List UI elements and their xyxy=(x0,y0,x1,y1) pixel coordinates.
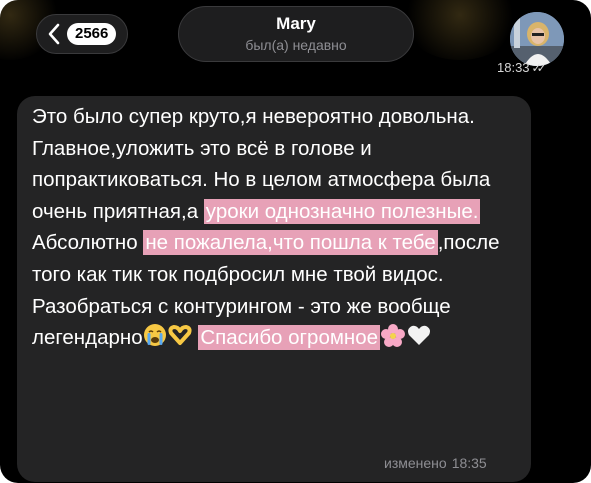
contact-name: Mary xyxy=(276,14,316,33)
message-segment: Абсолютно xyxy=(32,231,144,255)
edited-time: 18:35 xyxy=(451,455,487,471)
avatar-photo xyxy=(510,12,564,66)
cherry-blossom-emoji xyxy=(381,324,406,348)
back-button[interactable]: 2566 xyxy=(36,14,128,54)
heart-hands-emoji xyxy=(168,325,192,346)
avatar[interactable] xyxy=(510,12,564,66)
edited-label: изменено xyxy=(384,455,447,471)
background-glow xyxy=(400,0,520,60)
white-heart-emoji xyxy=(408,325,431,346)
contact-status: был(а) недавно xyxy=(245,37,347,53)
unread-count-badge: 2566 xyxy=(67,23,117,45)
crying-face-emoji xyxy=(143,324,166,347)
chat-screen: 2566 Mary был(а) недавно 18:33 ✓✓ Это бы… xyxy=(0,0,591,483)
read-checkmark-icon: ✓✓ xyxy=(531,60,547,75)
message-text: Это было супер круто,я невероятно доволь… xyxy=(32,101,522,354)
header-timestamp: 18:33 ✓✓ xyxy=(497,60,547,75)
highlight-uroki: уроки однозначно полезные. xyxy=(203,198,481,224)
edited-timestamp: изменено 18:35 xyxy=(384,455,492,471)
contact-header[interactable]: Mary был(а) недавно xyxy=(178,6,414,62)
back-chevron-icon xyxy=(48,23,60,45)
header-time-text: 18:33 xyxy=(497,60,530,75)
highlight-spasibo: Спасибо огромное xyxy=(198,325,381,351)
highlight-ne-pozhalela: не пожалела,что пошла к тебе xyxy=(143,230,438,256)
